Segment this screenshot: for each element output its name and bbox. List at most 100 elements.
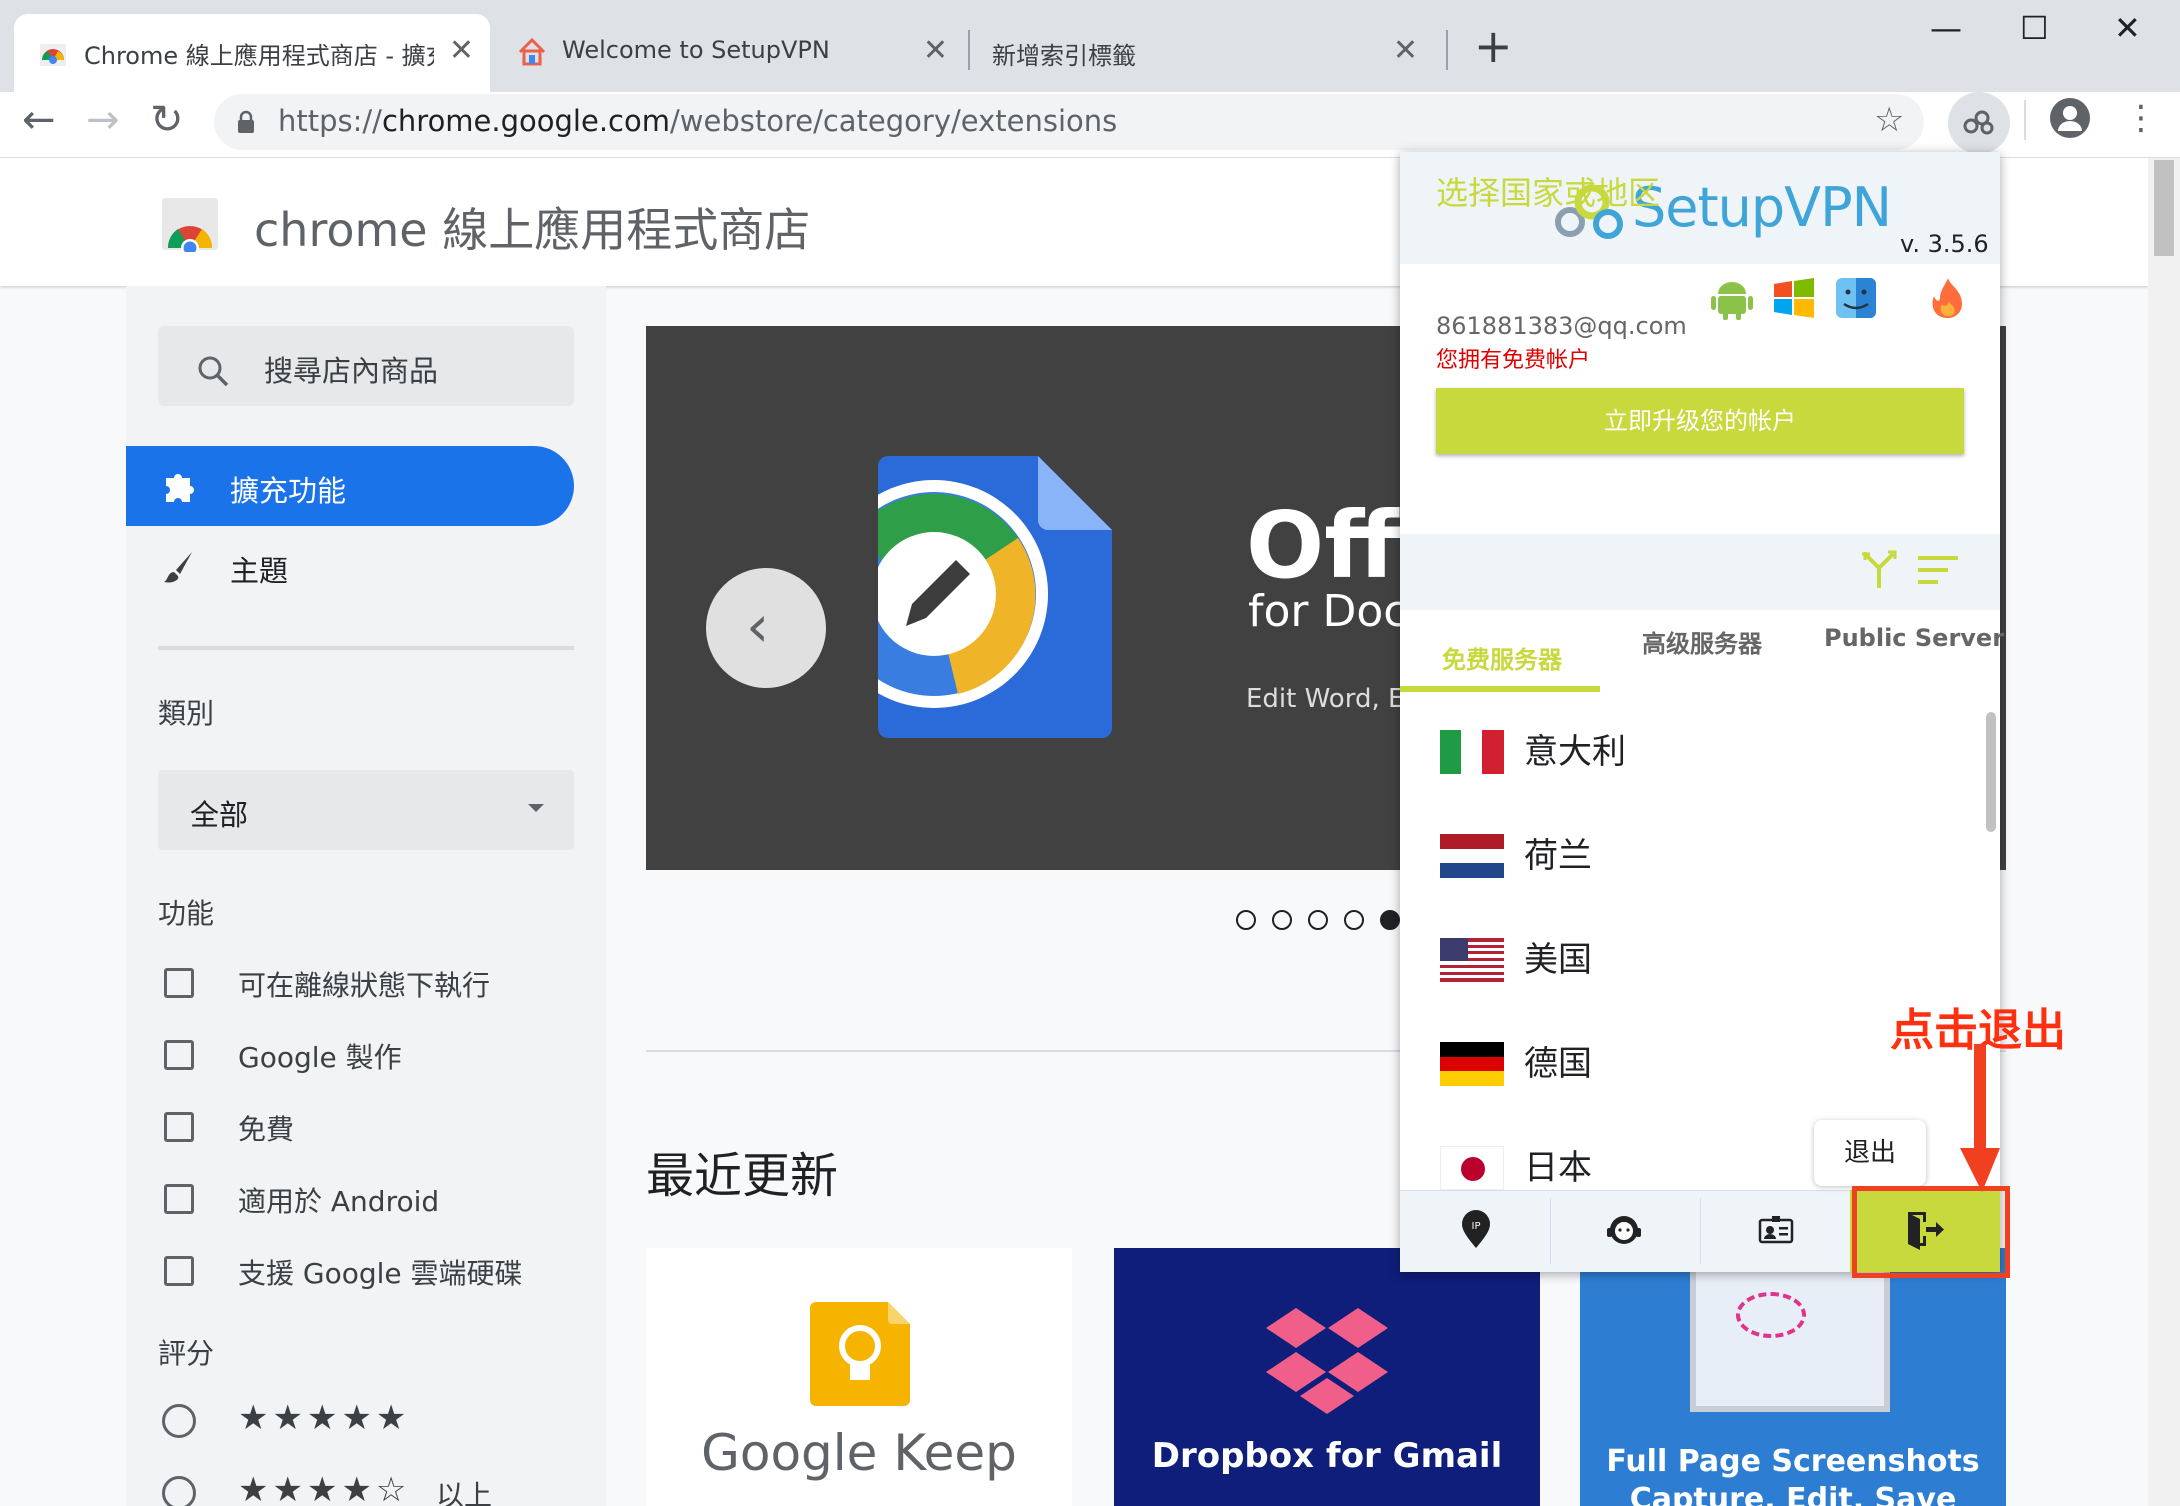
puzzle-icon — [166, 474, 194, 502]
usa-flag-icon — [1440, 938, 1504, 982]
tab-premium-servers[interactable]: 高级服务器 — [1642, 624, 1762, 659]
office-editing-icon — [878, 456, 1112, 738]
vpn-version: v. 3.5.6 — [1900, 230, 1989, 258]
country-name: 美国 — [1524, 940, 1592, 980]
windows-icon[interactable] — [1772, 276, 1816, 320]
tab-free-servers[interactable]: 免费服务器 — [1442, 640, 1562, 675]
country-item-netherlands[interactable]: 荷兰 — [1400, 804, 2000, 908]
setupvpn-popup: SetupVPN v. 3.5.6 861881383@qq.com 您拥有免费… — [1400, 152, 2004, 1272]
rating-heading: 評分 — [158, 1337, 215, 1370]
tab-setupvpn[interactable]: Welcome to SetupVPN ✕ — [504, 14, 964, 92]
profile-avatar[interactable] — [2050, 98, 2090, 138]
back-button[interactable]: ← — [22, 98, 56, 142]
tab-new[interactable]: 新增索引標籤 ✕ — [974, 14, 1434, 92]
firefox-icon[interactable] — [1926, 276, 1970, 320]
keep-bulb-icon — [810, 1302, 910, 1406]
brush-icon — [164, 552, 192, 583]
upgrade-account-button[interactable]: 立即升级您的帐户 — [1436, 388, 1964, 454]
carousel-dot[interactable] — [1344, 910, 1364, 930]
chevron-left-icon: ‹ — [746, 592, 770, 660]
close-tab-icon[interactable]: ✕ — [449, 36, 474, 66]
carousel-dot-active[interactable] — [1380, 910, 1400, 930]
category-heading: 類別 — [158, 697, 215, 730]
country-name: 日本 — [1524, 1148, 1592, 1188]
search-icon — [198, 356, 229, 387]
android-icon[interactable] — [1710, 276, 1754, 320]
feature-checkbox[interactable] — [164, 1256, 194, 1286]
fork-route-icon[interactable] — [1860, 550, 1898, 590]
scrollbar-thumb[interactable] — [2154, 160, 2174, 256]
nav-extensions[interactable]: 擴充功能 — [126, 446, 574, 526]
netherlands-flag-icon — [1440, 834, 1504, 878]
country-item-italy[interactable]: 意大利 — [1400, 700, 2000, 804]
tab-separator — [1446, 30, 1448, 70]
tab-public-server[interactable]: Public Server — [1824, 624, 2004, 652]
bottom-divider — [1550, 1198, 1551, 1264]
url-prefix: https:// — [278, 104, 382, 138]
page-scrollbar[interactable] — [2148, 158, 2180, 1506]
tab-underline — [1400, 686, 1600, 692]
nav-extensions-label: 擴充功能 — [230, 474, 347, 508]
category-select[interactable]: 全部 — [158, 770, 574, 850]
rating-suffix: 以上 — [436, 1479, 493, 1506]
maximize-button[interactable]: ☐ — [2020, 8, 2049, 48]
feature-checkbox[interactable] — [164, 1040, 194, 1070]
vpn-account-status: 您拥有免费帐户 — [1436, 348, 1591, 373]
bottom-divider — [1700, 1198, 1701, 1264]
chrome-menu-icon[interactable]: ⋮ — [2124, 98, 2158, 138]
home-icon — [518, 37, 546, 66]
feature-label: Google 製作 — [238, 1041, 402, 1074]
close-tab-icon[interactable]: ✕ — [1393, 36, 1418, 66]
nav-themes-label: 主題 — [230, 554, 289, 588]
support-icon[interactable] — [1604, 1210, 1644, 1250]
carousel-prev-button[interactable]: ‹ — [706, 568, 826, 688]
close-tab-icon[interactable]: ✕ — [923, 36, 948, 66]
forward-button[interactable]: → — [86, 98, 120, 142]
bookmark-star-icon[interactable]: ☆ — [1874, 100, 1904, 140]
rating-radio[interactable] — [162, 1476, 196, 1506]
lock-icon[interactable] — [236, 110, 256, 134]
rating-radio[interactable] — [162, 1404, 196, 1438]
url-text[interactable]: https://chrome.google.com/webstore/categ… — [278, 104, 1117, 138]
new-tab-button[interactable]: + — [1474, 22, 1513, 70]
vpn-brand-name: SetupVPN — [1632, 176, 1892, 239]
tab-separator — [968, 30, 970, 70]
category-select-value: 全部 — [190, 798, 249, 832]
carousel-dot[interactable] — [1308, 910, 1328, 930]
vpn-user-email: 861881383@qq.com — [1436, 312, 1687, 340]
country-name: 荷兰 — [1524, 836, 1592, 876]
reload-button[interactable]: ↻ — [150, 98, 184, 142]
tab-title: 新增索引標籤 — [992, 42, 1136, 70]
japan-flag-icon — [1440, 1146, 1504, 1190]
germany-flag-icon — [1440, 1042, 1504, 1086]
annotation-arrow-icon — [1960, 1044, 2000, 1192]
feature-checkbox[interactable] — [164, 1184, 194, 1214]
ip-icon[interactable]: IP — [1456, 1210, 1496, 1250]
country-name: 意大利 — [1524, 732, 1626, 772]
card-dropbox-for-gmail[interactable]: Dropbox for Gmail — [1114, 1248, 1540, 1506]
chrome-webstore-icon — [40, 44, 66, 66]
card-full-page-screenshots[interactable]: Full Page Screenshots Capture, Edit, Sav… — [1580, 1248, 2006, 1506]
store-title[interactable]: chrome 線上應用程式商店 — [254, 194, 810, 260]
account-card-icon[interactable] — [1756, 1210, 1796, 1250]
tab-webstore[interactable]: Chrome 線上應用程式商店 - 擴充功能 ✕ — [14, 14, 490, 92]
url-domain: chrome.google.com — [381, 104, 670, 138]
feature-checkbox[interactable] — [164, 968, 194, 998]
minimize-button[interactable]: — — [1930, 8, 1962, 48]
carousel-dot[interactable] — [1272, 910, 1292, 930]
setupvpn-extension-button[interactable] — [1948, 92, 2010, 154]
url-path: /webstore/category/extensions — [669, 104, 1118, 138]
card-google-keep[interactable]: Google Keep — [646, 1248, 1072, 1506]
highlight-shape — [1736, 1292, 1806, 1338]
sort-icon[interactable] — [1918, 556, 1958, 584]
features-heading: 功能 — [158, 897, 215, 930]
feature-checkbox[interactable] — [164, 1112, 194, 1142]
country-list-scrollbar[interactable] — [1986, 712, 1996, 832]
close-window-button[interactable]: ✕ — [2114, 8, 2141, 48]
card-subtitle: Capture, Edit, Save — [1629, 1482, 1957, 1506]
nav-themes[interactable]: 主題 — [126, 548, 574, 588]
toolbar-divider — [2024, 100, 2026, 140]
macos-finder-icon[interactable] — [1834, 276, 1878, 320]
dropbox-icon — [1266, 1308, 1388, 1414]
carousel-dot[interactable] — [1236, 910, 1256, 930]
